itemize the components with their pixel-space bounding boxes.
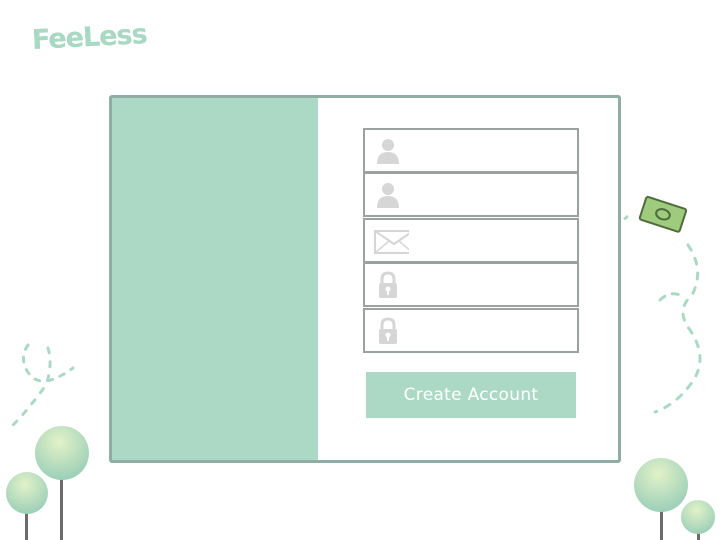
create-account-button[interactable]: Create Account bbox=[366, 372, 576, 418]
brand-logo: FeeLess bbox=[31, 19, 148, 56]
lock-icon bbox=[379, 317, 397, 344]
first-name-field[interactable] bbox=[363, 128, 579, 173]
money-bill-icon bbox=[620, 195, 702, 414]
user-icon bbox=[377, 183, 399, 208]
first-name-input[interactable] bbox=[411, 136, 571, 166]
lock-icon bbox=[379, 271, 397, 298]
last-name-input[interactable] bbox=[411, 180, 571, 210]
tree-decoration-right bbox=[634, 458, 715, 540]
password-field[interactable] bbox=[363, 262, 579, 307]
last-name-field[interactable] bbox=[363, 172, 579, 217]
email-input[interactable] bbox=[411, 226, 571, 256]
email-field[interactable] bbox=[363, 218, 579, 263]
card-side-panel bbox=[112, 98, 318, 460]
signup-card: Create Account bbox=[109, 95, 621, 463]
confirm-password-field[interactable] bbox=[363, 308, 579, 353]
confirm-password-input[interactable] bbox=[411, 316, 571, 346]
user-icon bbox=[377, 139, 399, 164]
password-input[interactable] bbox=[411, 270, 571, 300]
decorative-swirl bbox=[11, 343, 75, 427]
tree-decoration-left bbox=[6, 426, 89, 540]
envelope-icon bbox=[374, 230, 409, 254]
